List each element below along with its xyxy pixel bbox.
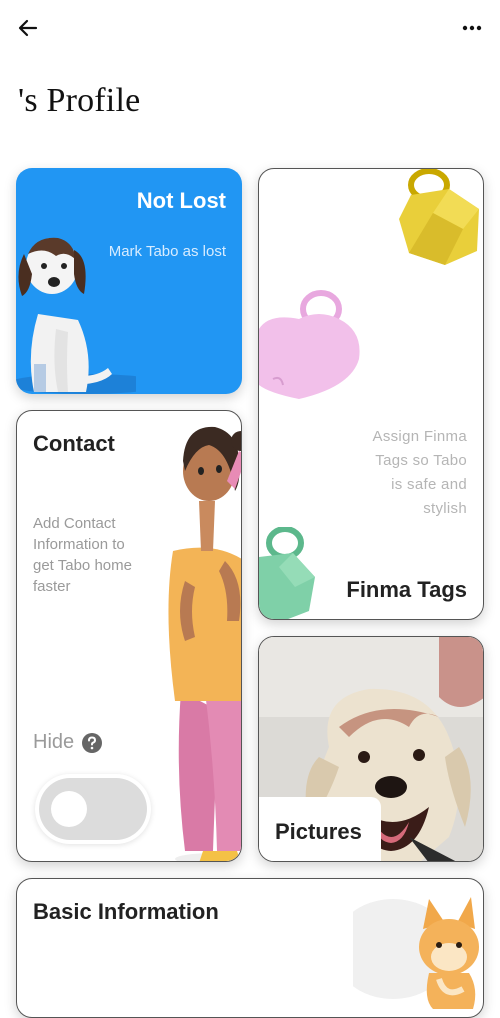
hide-contact-toggle[interactable]: [35, 774, 151, 844]
contact-description: Add Contact Information to get Tabo home…: [33, 515, 132, 595]
mark-lost-subtitle: Mark Tabo as lost: [108, 243, 226, 260]
basic-information-card[interactable]: Basic Information: [16, 878, 484, 1018]
contact-title: Contact: [33, 431, 115, 456]
not-lost-title: Not Lost: [136, 188, 226, 213]
pictures-label-box: Pictures: [259, 797, 381, 861]
toggle-knob: [51, 791, 87, 827]
arrow-left-icon[interactable]: [16, 16, 40, 40]
page-title: 's Profile: [18, 82, 141, 119]
yellow-tag-illustration: [399, 169, 479, 265]
finma-tags-description: Assign Finma Tags so Tabo is safe and st…: [372, 428, 467, 517]
not-lost-card[interactable]: Not Lost Mark Tabo as lost: [16, 168, 242, 394]
hide-row: Hide: [33, 731, 103, 754]
contact-card[interactable]: Contact Add Contact Information to get T…: [16, 410, 242, 862]
cat-illustration: [353, 897, 479, 1009]
top-app-bar: [0, 0, 500, 56]
hide-label: Hide: [33, 731, 75, 753]
finma-tags-card[interactable]: Assign Finma Tags so Tabo is safe and st…: [258, 168, 484, 620]
pictures-title: Pictures: [275, 819, 362, 844]
woman-on-phone-illustration: [168, 426, 241, 861]
help-icon[interactable]: [82, 732, 103, 753]
finma-tags-title: Finma Tags: [346, 577, 467, 602]
more-horizontal-icon[interactable]: [460, 16, 484, 40]
green-tag-illustration: [259, 527, 315, 619]
pictures-card[interactable]: Pictures: [258, 636, 484, 862]
basic-information-title: Basic Information: [33, 899, 219, 924]
pink-heart-tag-illustration: [259, 290, 360, 399]
